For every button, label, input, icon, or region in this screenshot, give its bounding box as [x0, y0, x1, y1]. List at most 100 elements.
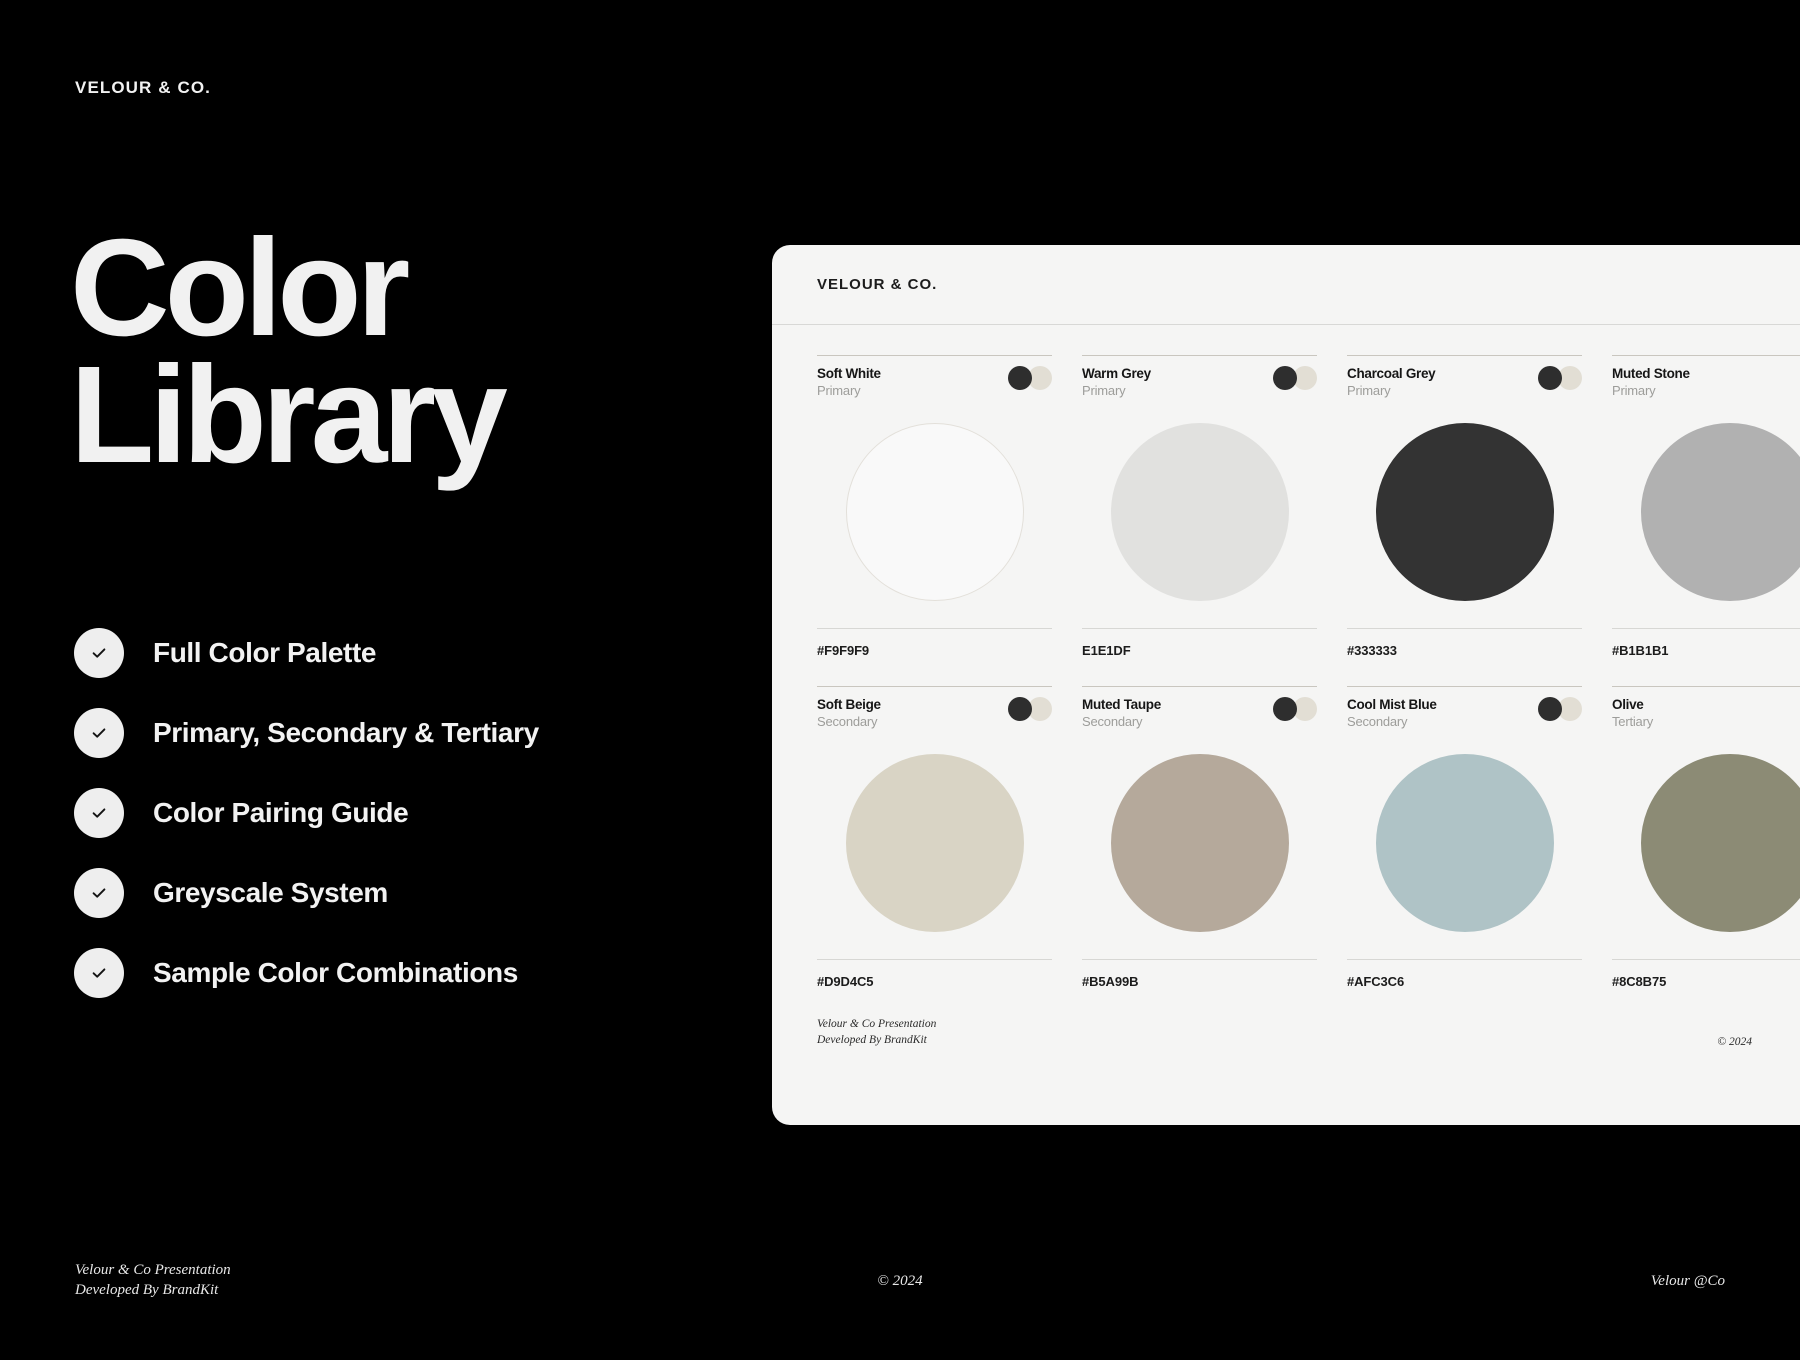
swatch-name: Muted Taupe — [1082, 697, 1161, 712]
contrast-dot-dark — [1008, 697, 1032, 721]
slide-root: VELOUR & CO. Color Library Full Color Pa… — [0, 0, 1800, 1360]
swatch-labels: Soft White Primary — [817, 366, 881, 398]
swatch-preview — [817, 412, 1052, 612]
swatch-color-disc — [1110, 423, 1289, 601]
slide-footer-handle: Velour @Co — [1650, 1273, 1725, 1289]
contrast-dot-dark — [1273, 366, 1297, 390]
page-title-line-2: Library — [70, 337, 508, 492]
panel-footer-credit: Velour & Co Presentation Developed By Br… — [817, 1017, 936, 1048]
checklist-item-label: Greyscale System — [153, 877, 388, 908]
checklist-item[interactable]: Color Pairing Guide — [74, 788, 539, 838]
panel-footer-copyright: © 2024 — [1717, 1036, 1752, 1049]
checklist-item[interactable]: Primary, Secondary & Tertiary — [74, 708, 539, 758]
swatch-name: Cool Mist Blue — [1347, 697, 1437, 712]
swatch-header: Warm Grey Primary — [1082, 355, 1317, 398]
swatch-footer: #8C8B75 — [1612, 959, 1800, 991]
swatch-footer: #B5A99B — [1082, 959, 1317, 991]
swatch-role: Primary — [1082, 383, 1126, 398]
swatch-footer: #AFC3C6 — [1347, 959, 1582, 991]
swatch-role: Primary — [817, 383, 861, 398]
swatch-color-disc — [1375, 423, 1554, 601]
contrast-dot-dark — [1273, 697, 1297, 721]
panel-footer: Velour & Co Presentation Developed By Br… — [772, 1017, 1800, 1048]
swatch-labels: Warm Grey Primary — [1082, 366, 1151, 398]
checklist-item-label: Full Color Palette — [153, 637, 377, 668]
swatch-name: Olive — [1612, 697, 1644, 712]
swatch-name: Soft Beige — [817, 697, 881, 712]
swatch-preview — [1347, 743, 1582, 943]
swatch-preview — [1347, 412, 1582, 612]
swatch-role: Secondary — [817, 714, 878, 729]
swatch-color-disc — [845, 754, 1024, 932]
checklist-item[interactable]: Full Color Palette — [74, 628, 539, 678]
checklist-item[interactable]: Sample Color Combinations — [74, 948, 539, 998]
swatch-labels: Olive Tertiary — [1612, 697, 1653, 729]
swatch-card[interactable]: Muted Stone Primary #B1B1B1 — [1612, 355, 1800, 660]
contrast-dot-dark — [1538, 366, 1562, 390]
swatch-card[interactable]: Cool Mist Blue Secondary #AFC3C6 — [1347, 686, 1582, 991]
slide-footer-copyright: © 2024 — [877, 1273, 923, 1289]
swatch-role: Secondary — [1347, 714, 1408, 729]
swatch-role: Secondary — [1082, 714, 1143, 729]
swatch-card[interactable]: Muted Taupe Secondary #B5A99B — [1082, 686, 1317, 991]
swatch-hex-code: #D9D4C5 — [817, 974, 874, 989]
swatch-card[interactable]: Soft White Primary #F9F9F9 — [817, 355, 1052, 660]
swatch-header: Olive Tertiary — [1612, 686, 1800, 729]
panel-footer-credit-line-1: Velour & Co Presentation — [817, 1018, 937, 1030]
swatch-hex-code: E1E1DF — [1082, 643, 1131, 658]
swatch-header: Soft White Primary — [817, 355, 1052, 398]
swatch-name: Charcoal Grey — [1347, 366, 1436, 381]
swatch-color-disc — [1375, 754, 1554, 932]
swatch-labels: Muted Stone Primary — [1612, 366, 1690, 398]
swatch-hex-code: #F9F9F9 — [817, 643, 870, 658]
panel-brand-logotype: VELOUR & CO. — [817, 276, 938, 293]
swatch-role: Primary — [1347, 383, 1391, 398]
contrast-pair-indicator[interactable] — [1273, 366, 1317, 390]
swatch-header: Cool Mist Blue Secondary — [1347, 686, 1582, 729]
swatch-card[interactable]: Warm Grey Primary E1E1DF — [1082, 355, 1317, 660]
panel-footer-credit-line-2: Developed By BrandKit — [817, 1033, 927, 1046]
feature-checklist: Full Color Palette Primary, Secondary & T… — [74, 628, 539, 998]
contrast-pair-indicator[interactable] — [1008, 697, 1052, 721]
swatch-name: Muted Stone — [1612, 366, 1690, 381]
check-icon — [74, 948, 124, 998]
swatch-color-disc — [845, 423, 1024, 601]
swatch-footer: E1E1DF — [1082, 628, 1317, 660]
check-icon — [74, 788, 124, 838]
checklist-item-label: Primary, Secondary & Tertiary — [153, 717, 539, 748]
swatch-card[interactable]: Charcoal Grey Primary #333333 — [1347, 355, 1582, 660]
swatch-color-disc — [1640, 754, 1800, 932]
contrast-pair-indicator[interactable] — [1008, 366, 1052, 390]
swatch-hex-code: #AFC3C6 — [1347, 974, 1405, 989]
color-library-panel: VELOUR & CO. Soft White Primary #F9F9F9 War… — [772, 245, 1800, 1125]
swatch-footer: #D9D4C5 — [817, 959, 1052, 991]
swatch-hex-code: #333333 — [1347, 643, 1397, 658]
swatch-labels: Cool Mist Blue Secondary — [1347, 697, 1437, 729]
swatch-card[interactable]: Soft Beige Secondary #D9D4C5 — [817, 686, 1052, 991]
slide-footer: Velour & Co Presentation Developed By Br… — [0, 1260, 1800, 1300]
contrast-dot-dark — [1538, 697, 1562, 721]
swatch-preview — [1082, 743, 1317, 943]
contrast-pair-indicator[interactable] — [1273, 697, 1317, 721]
swatch-hex-code: #B5A99B — [1082, 974, 1139, 989]
swatch-card[interactable]: Olive Tertiary #8C8B75 — [1612, 686, 1800, 991]
swatch-preview — [1612, 743, 1800, 943]
checklist-item[interactable]: Greyscale System — [74, 868, 539, 918]
check-icon — [74, 868, 124, 918]
swatch-preview — [817, 743, 1052, 943]
contrast-pair-indicator[interactable] — [1538, 366, 1582, 390]
swatch-color-disc — [1640, 423, 1800, 601]
swatch-grid: Soft White Primary #F9F9F9 Warm Grey Primary… — [772, 325, 1800, 991]
swatch-footer: #F9F9F9 — [817, 628, 1052, 660]
contrast-pair-indicator[interactable] — [1538, 697, 1582, 721]
swatch-header: Soft Beige Secondary — [817, 686, 1052, 729]
swatch-footer: #B1B1B1 — [1612, 628, 1800, 660]
swatch-header: Muted Stone Primary — [1612, 355, 1800, 398]
swatch-labels: Charcoal Grey Primary — [1347, 366, 1436, 398]
page-title-line-1: Color — [70, 211, 410, 365]
page-title: Color Library — [70, 211, 508, 492]
swatch-header: Muted Taupe Secondary — [1082, 686, 1317, 729]
contrast-dot-dark — [1008, 366, 1032, 390]
swatch-role: Tertiary — [1612, 714, 1654, 729]
check-icon — [74, 628, 124, 678]
